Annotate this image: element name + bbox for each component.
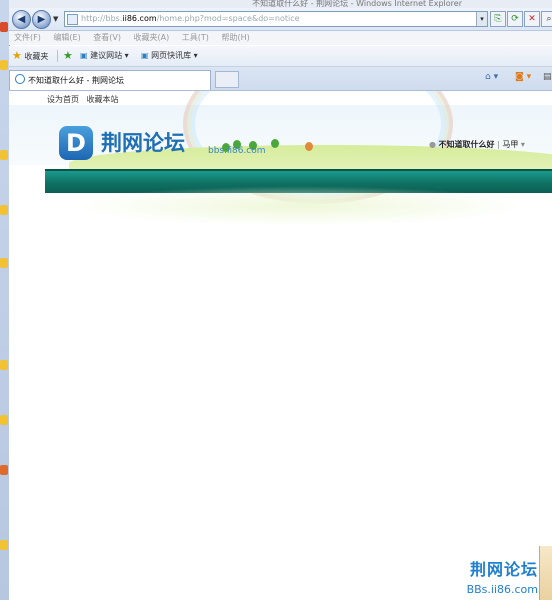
tab-active[interactable]: 不知道取什么好 - 荆网论坛 xyxy=(9,70,211,90)
desktop-icon[interactable] xyxy=(0,150,8,160)
refresh-button[interactable]: ⟳ xyxy=(507,11,523,27)
desktop-icon[interactable] xyxy=(0,22,8,32)
site-banner: D 荆网论坛 bbs.ii86.com ● 不知道取什么好 | 马甲 ▾ xyxy=(9,105,552,183)
desktop-icon[interactable] xyxy=(0,415,8,425)
menu-tools[interactable]: 工具(T) xyxy=(182,33,209,42)
watermark-title: 荆网论坛 xyxy=(469,560,538,579)
new-tab-button[interactable] xyxy=(215,71,239,88)
menu-favorites[interactable]: 收藏夹(A) xyxy=(134,33,170,42)
site-logo[interactable]: D xyxy=(59,126,93,160)
add-favorite-button[interactable]: ★ xyxy=(63,46,73,67)
suggested-sites-label: 建议网站 xyxy=(90,51,123,60)
user-icon: ● xyxy=(429,140,436,149)
desktop-icon[interactable] xyxy=(0,60,8,70)
favorites-label: 收藏夹 xyxy=(24,52,49,61)
address-dropdown-icon[interactable]: ▾ xyxy=(476,12,487,26)
set-homepage-link[interactable]: 设为首页 xyxy=(47,95,79,104)
print-icon[interactable]: ▤ xyxy=(543,72,552,82)
stop-button[interactable]: ✕ xyxy=(524,11,540,27)
menu-file[interactable]: 文件(F) xyxy=(14,33,41,42)
tree-decoration xyxy=(271,139,279,148)
dropdown-icon[interactable]: ▾ xyxy=(521,140,525,149)
username-link[interactable]: 不知道取什么好 xyxy=(439,140,495,149)
desktop-icon[interactable] xyxy=(0,465,8,475)
web-slice-button[interactable]: ▣ 网页快讯库 ▾ xyxy=(141,46,198,66)
desktop-icon[interactable] xyxy=(0,540,8,550)
back-button[interactable]: ◀ xyxy=(12,10,31,29)
desktop-icon[interactable] xyxy=(0,360,8,370)
desktop-icon[interactable] xyxy=(0,258,8,268)
favorites-star-icon: ★ xyxy=(12,49,22,62)
glow-decoration xyxy=(69,186,529,226)
menu-help[interactable]: 帮助(H) xyxy=(221,33,249,42)
ie-page-icon: ▣ xyxy=(80,51,88,60)
ie-page-icon: ▣ xyxy=(141,51,149,60)
feeds-icon[interactable]: ◙ ▾ xyxy=(515,72,531,82)
menu-view[interactable]: 查看(V) xyxy=(93,33,121,42)
search-button[interactable]: ⌕ xyxy=(541,11,552,27)
forward-button[interactable]: ▶ xyxy=(32,10,51,29)
address-input[interactable]: http://bbs.ii86.com/home.php?mod=space&d… xyxy=(64,11,488,27)
history-dropdown-icon[interactable]: ▼ xyxy=(53,15,58,23)
compatibility-view-button[interactable]: ⎘ xyxy=(490,11,506,27)
address-toolbar: ◀ ▶ ▼ http://bbs.ii86.com/home.php?mod=s… xyxy=(9,8,552,31)
site-top-nav: 设为首页 收藏本站 xyxy=(47,94,124,105)
tab-title: 不知道取什么好 - 荆网论坛 xyxy=(28,76,124,85)
separator: | xyxy=(497,140,500,149)
page-favicon-icon xyxy=(67,14,78,25)
page-viewport: 设为首页 收藏本站 D 荆网论坛 bbs.ii86.com ● 不知道取什么好 … xyxy=(9,91,552,600)
tree-decoration xyxy=(305,142,313,151)
url-path: /home.php?mod=space&do=notice xyxy=(156,14,300,23)
home-icon[interactable]: ⌂ ▾ xyxy=(485,72,498,82)
window-title: 不知道取什么好 - 荆网论坛 - Windows Internet Explor… xyxy=(9,0,552,8)
favorites-bar: ★ 收藏夹 ★ ▣ 建议网站 ▾ ▣ 网页快讯库 ▾ xyxy=(9,46,552,67)
site-logo-text[interactable]: 荆网论坛 xyxy=(101,127,185,157)
tab-strip: 不知道取什么好 - 荆网论坛 ⌂ ▾ ◙ ▾ ▤ xyxy=(9,67,552,91)
url-prefix: http://bbs. xyxy=(81,14,123,23)
menu-bar: 文件(F) 编辑(E) 查看(V) 收藏夹(A) 工具(T) 帮助(H) xyxy=(9,31,552,45)
desktop-icon[interactable] xyxy=(0,205,8,215)
separator xyxy=(57,50,58,62)
web-slice-label: 网页快讯库 xyxy=(151,51,192,60)
corner-decoration xyxy=(539,546,552,600)
bookmark-site-link[interactable]: 收藏本站 xyxy=(87,95,119,104)
favorites-button[interactable]: ★ 收藏夹 xyxy=(12,46,48,67)
user-info: ● 不知道取什么好 | 马甲 ▾ xyxy=(429,139,525,150)
ie-icon xyxy=(15,74,25,84)
site-logo-url: bbs.ii86.com xyxy=(208,146,266,156)
watermark-url: BBs.ii86.com xyxy=(466,583,538,596)
suggested-sites-button[interactable]: ▣ 建议网站 ▾ xyxy=(80,46,129,66)
add-favorite-icon: ★ xyxy=(63,49,73,62)
url-domain: ii86.com xyxy=(122,14,157,23)
menu-edit[interactable]: 编辑(E) xyxy=(53,33,80,42)
sockpuppet-link[interactable]: 马甲 xyxy=(502,140,518,149)
